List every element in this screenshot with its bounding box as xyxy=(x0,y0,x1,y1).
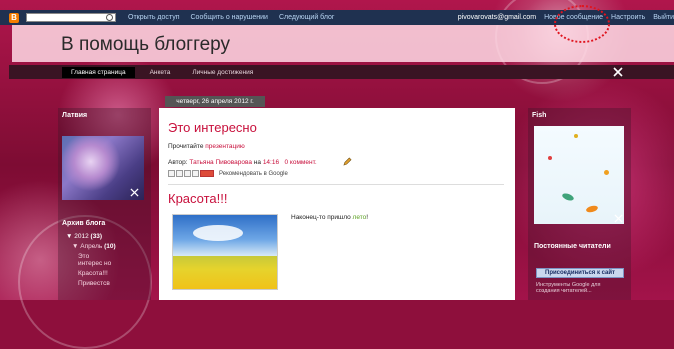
tab-achievements[interactable]: Личные достижения xyxy=(183,67,262,78)
followers-note: Инструменты Google для создания читателе… xyxy=(536,282,601,294)
fish-food-icon xyxy=(548,156,552,160)
profile-widget-title: Латвия xyxy=(62,112,88,119)
google-recommend-text: Рекомендовать в Google xyxy=(219,170,288,177)
edit-pencil-icon[interactable] xyxy=(343,157,352,166)
google-plus-one-icon[interactable] xyxy=(200,170,214,177)
fish-icon xyxy=(561,192,575,202)
presentation-link[interactable]: презентацию xyxy=(205,143,244,150)
post-divider xyxy=(168,184,504,185)
right-sidebar: Fish Постоянные читатели Присоединиться … xyxy=(528,108,631,300)
fish-food-icon xyxy=(604,170,609,175)
page-tabs: Главная страница Анкета Личные достижени… xyxy=(9,65,674,79)
archive-post-link[interactable]: Красота!!! xyxy=(78,270,148,277)
customize-link[interactable]: Настроить xyxy=(611,14,645,21)
search-icon[interactable] xyxy=(106,14,113,21)
join-site-button[interactable]: Присоединиться к сайт xyxy=(536,268,624,278)
archive-year-count: (33) xyxy=(90,233,103,240)
navbar-links: Открыть доступ Сообщить о нарушении След… xyxy=(128,14,345,21)
post-body: Прочитайте презентацию xyxy=(168,143,245,150)
archive-widget-title: Архив блога xyxy=(62,220,106,227)
author-link[interactable]: Татьяна Пивоварова xyxy=(189,159,252,166)
post-title[interactable]: Это интересно xyxy=(168,120,257,135)
followers-widget-title: Постоянные читатели xyxy=(534,243,611,250)
facebook-share-icon[interactable] xyxy=(192,170,199,177)
blog-title[interactable]: В помощь блоггеру xyxy=(61,34,230,56)
wrench-icon[interactable] xyxy=(130,188,139,197)
email-share-icon[interactable] xyxy=(168,170,175,177)
blogger-logo-icon[interactable]: B xyxy=(9,12,19,23)
archive-year[interactable]: ▼ 2012 (33) xyxy=(66,233,148,240)
comments-link[interactable]: 0 коммент. xyxy=(285,159,317,166)
post-body-suffix: ! xyxy=(366,214,369,221)
post-body-text: Наконец-то пришло xyxy=(291,214,351,221)
post-body: Наконец-то пришло лето! xyxy=(291,214,368,221)
blogthis-share-icon[interactable] xyxy=(176,170,183,177)
archive-month-count: (10) xyxy=(104,243,116,250)
author-label: Автор: xyxy=(168,159,188,166)
search-input[interactable] xyxy=(26,13,116,22)
wrench-icon[interactable] xyxy=(614,214,623,223)
tab-home[interactable]: Главная страница xyxy=(62,66,135,78)
next-blog-link[interactable]: Следующий блог xyxy=(279,14,335,21)
post-body-text: Прочитайте xyxy=(168,143,204,150)
left-sidebar: Латвия Архив блога ▼ 2012 (33) ▼ Апрель … xyxy=(58,108,151,300)
main-posts: Это интересно Прочитайте презентацию Авт… xyxy=(159,108,515,300)
archive-year-label[interactable]: 2012 xyxy=(74,233,88,240)
user-email: pivovarovats@gmail.com xyxy=(457,14,537,21)
tab-profile[interactable]: Анкета xyxy=(141,67,180,78)
fish-widget-title: Fish xyxy=(532,112,547,119)
archive-post-link[interactable]: Привестсв xyxy=(78,280,148,287)
at-label: на xyxy=(253,159,261,166)
fish-food-icon xyxy=(574,134,578,138)
summer-link[interactable]: лето xyxy=(353,214,367,221)
sign-out-link[interactable]: Выйти xyxy=(653,14,674,21)
post-time-link[interactable]: 14:16 xyxy=(263,159,279,166)
archive-month-label[interactable]: Апрель xyxy=(80,243,102,250)
archive-post-link[interactable]: Это интерес но xyxy=(78,253,112,267)
archive-list: ▼ 2012 (33) ▼ Апрель (10) Это интерес но… xyxy=(66,233,148,290)
tools-icon[interactable] xyxy=(613,67,623,77)
report-abuse-link[interactable]: Сообщить о нарушении xyxy=(191,14,268,21)
fish-widget[interactable] xyxy=(534,126,624,224)
share-link[interactable]: Открыть доступ xyxy=(128,14,180,21)
post-image-cloud xyxy=(193,225,243,241)
share-buttons: Рекомендовать в Google xyxy=(168,170,288,177)
highlight-circle xyxy=(554,5,610,43)
archive-month[interactable]: ▼ Апрель (10) xyxy=(72,243,148,250)
date-header: четверг, 26 апреля 2012 г. xyxy=(165,96,265,107)
post-image[interactable] xyxy=(172,214,278,290)
post-image-field xyxy=(173,255,277,289)
post-footer: Автор: Татьяна Пивоварова на 14:16 0 ком… xyxy=(168,159,317,166)
post-title[interactable]: Красота!!! xyxy=(168,191,228,206)
fish-icon xyxy=(585,204,599,214)
twitter-share-icon[interactable] xyxy=(184,170,191,177)
